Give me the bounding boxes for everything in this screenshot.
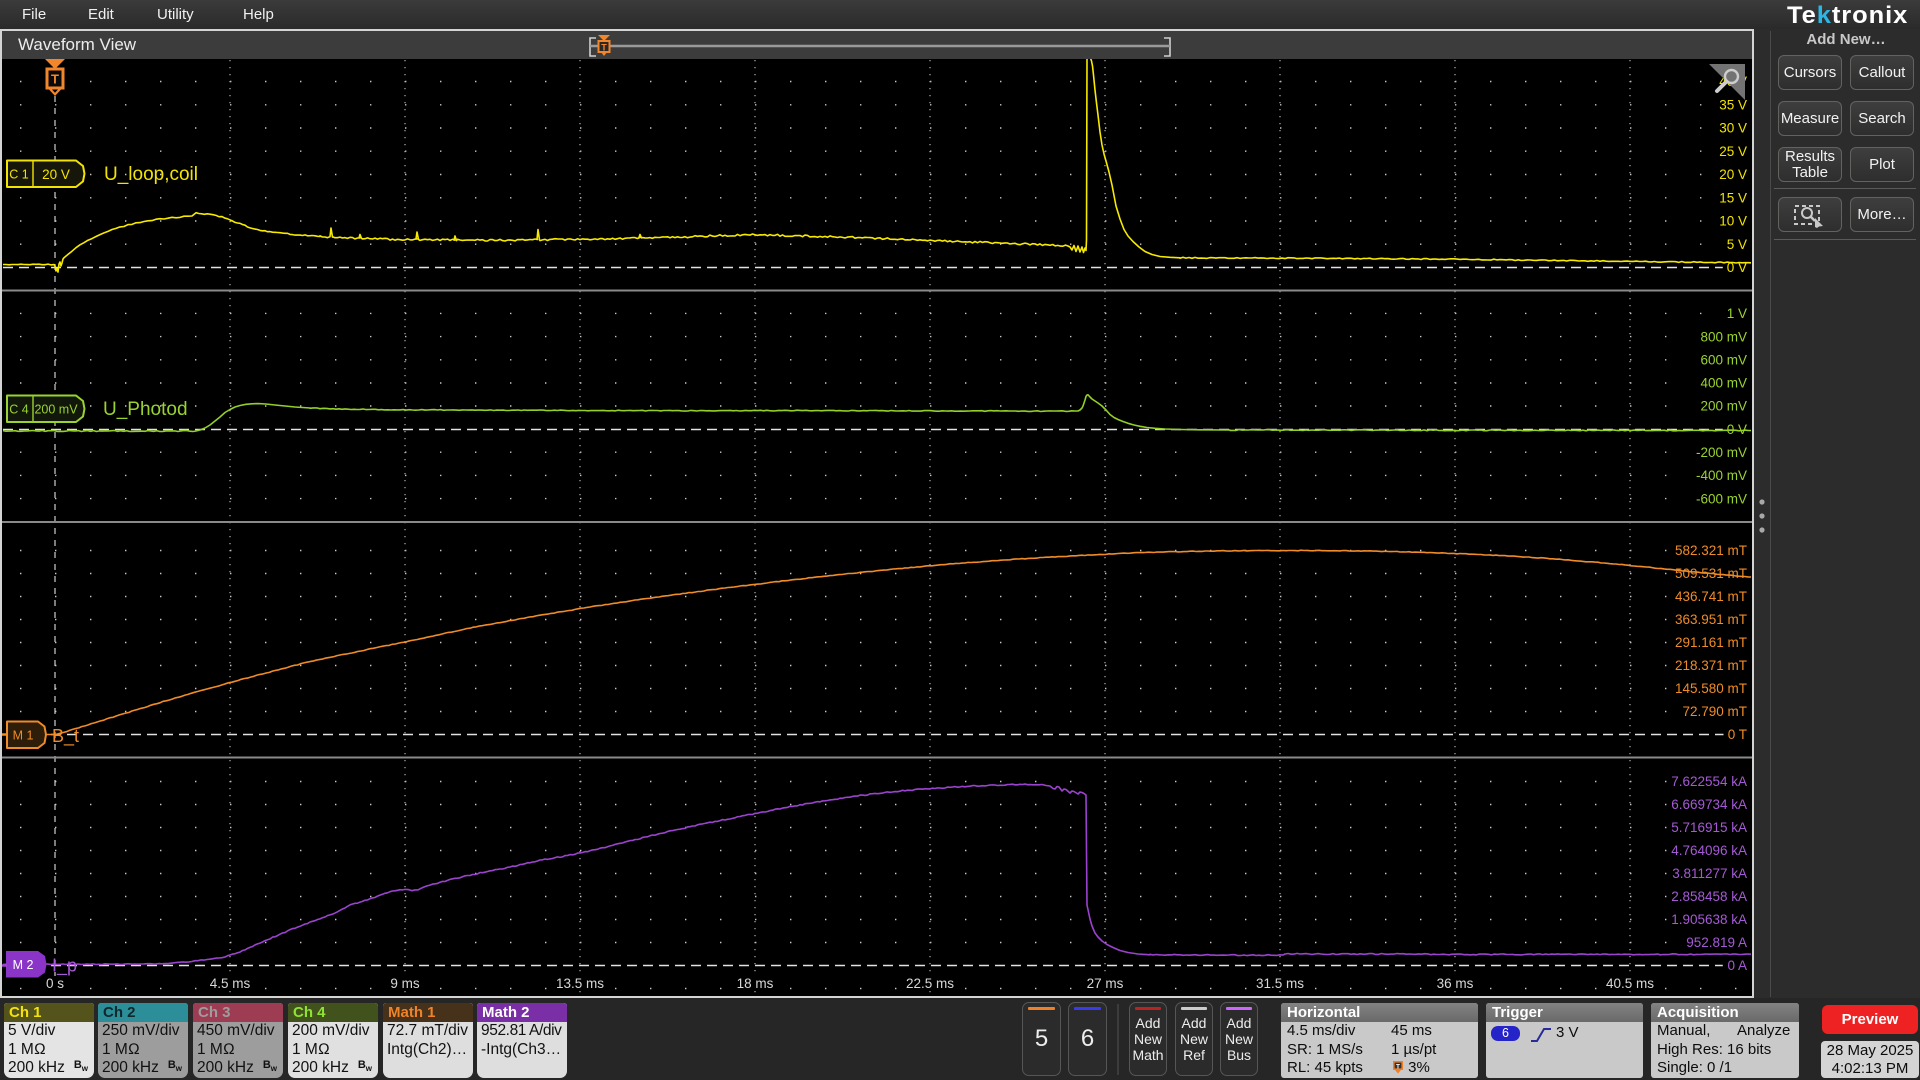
svg-text:4.5 ms: 4.5 ms [210, 976, 251, 991]
svg-text:5 V: 5 V [1727, 237, 1747, 252]
svg-text:145.580 mT: 145.580 mT [1675, 681, 1747, 696]
svg-text:-200 mV: -200 mV [1696, 445, 1747, 460]
svg-text:952.819 A: 952.819 A [1686, 935, 1747, 950]
svg-text:9 ms: 9 ms [390, 976, 420, 991]
svg-text:I_p: I_p [52, 956, 77, 977]
svg-text:0 s: 0 s [46, 976, 64, 991]
svg-text:2.858458 kA: 2.858458 kA [1671, 889, 1747, 904]
svg-text:0 T: 0 T [1728, 727, 1747, 742]
svg-text:T: T [601, 43, 607, 53]
svg-text:20 V: 20 V [1719, 167, 1747, 182]
svg-text:27 ms: 27 ms [1087, 976, 1124, 991]
svg-text:15 V: 15 V [1719, 190, 1747, 205]
svg-text:U_Photod: U_Photod [103, 399, 188, 420]
svg-text:T: T [1396, 1064, 1400, 1071]
svg-text:0 A: 0 A [1727, 958, 1747, 973]
svg-text:C 1: C 1 [9, 168, 29, 182]
svg-text:40.5 ms: 40.5 ms [1606, 976, 1654, 991]
svg-text:5.716915 kA: 5.716915 kA [1671, 820, 1747, 835]
svg-text:20 V: 20 V [42, 167, 70, 182]
svg-text:36 ms: 36 ms [1437, 976, 1474, 991]
svg-text:4.764096 kA: 4.764096 kA [1671, 843, 1747, 858]
svg-text:436.741 mT: 436.741 mT [1675, 589, 1747, 604]
svg-text:M 2: M 2 [13, 958, 34, 972]
svg-text:31.5 ms: 31.5 ms [1256, 976, 1304, 991]
svg-text:7.622554 kA: 7.622554 kA [1671, 774, 1747, 789]
svg-text:18 ms: 18 ms [737, 976, 774, 991]
svg-text:10 V: 10 V [1719, 214, 1747, 229]
svg-text:582.321 mT: 582.321 mT [1675, 543, 1747, 558]
svg-text:72.790 mT: 72.790 mT [1682, 704, 1747, 719]
svg-text:T: T [51, 72, 59, 87]
svg-text:35 V: 35 V [1719, 98, 1747, 113]
svg-text:B_t: B_t [52, 726, 79, 747]
svg-text:13.5 ms: 13.5 ms [556, 976, 604, 991]
svg-text:U_loop,coil: U_loop,coil [104, 164, 198, 185]
svg-text:200 mV: 200 mV [34, 403, 78, 417]
svg-text:1 V: 1 V [1727, 306, 1747, 321]
svg-text:400 mV: 400 mV [1700, 376, 1747, 391]
svg-text:291.161 mT: 291.161 mT [1675, 635, 1747, 650]
svg-text:363.951 mT: 363.951 mT [1675, 612, 1747, 627]
svg-text:M 1: M 1 [13, 729, 34, 743]
svg-text:1.905638 kA: 1.905638 kA [1671, 912, 1747, 927]
svg-text:800 mV: 800 mV [1700, 329, 1747, 344]
svg-text:25 V: 25 V [1719, 144, 1747, 159]
svg-text:-600 mV: -600 mV [1696, 491, 1747, 506]
svg-text:200 mV: 200 mV [1700, 399, 1747, 414]
svg-text:3.811277 kA: 3.811277 kA [1672, 866, 1747, 881]
svg-text:6.669734 kA: 6.669734 kA [1671, 797, 1747, 812]
svg-text:30 V: 30 V [1719, 121, 1747, 136]
svg-text:218.371 mT: 218.371 mT [1675, 658, 1747, 673]
svg-text:22.5 ms: 22.5 ms [906, 976, 954, 991]
svg-text:C 4: C 4 [9, 403, 29, 417]
svg-text:-400 mV: -400 mV [1696, 468, 1747, 483]
svg-text:600 mV: 600 mV [1700, 353, 1747, 368]
